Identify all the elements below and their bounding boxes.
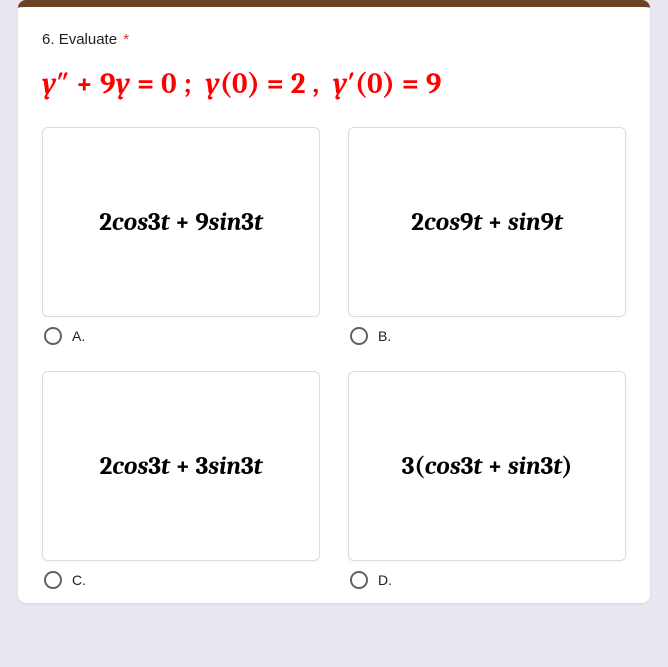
question-text: Evaluate <box>59 31 117 48</box>
option-a-radio-row[interactable]: A. <box>44 327 320 345</box>
option-a-expression: 2cos3t + 9sin3t <box>99 208 263 237</box>
option-c: 2cos3t + 3sin3t C. <box>42 371 320 603</box>
radio-icon <box>44 571 62 589</box>
radio-icon <box>44 327 62 345</box>
option-a: 2cos3t + 9sin3t A. <box>42 127 320 359</box>
question-prompt: 6. Evaluate * <box>42 31 626 48</box>
option-b-expression: 2cos9t + sin9t <box>411 208 562 237</box>
question-card: 6. Evaluate * y″ + 9y = 0 ; y(0) = 2 , y… <box>18 0 650 603</box>
option-c-label: C. <box>72 572 86 588</box>
required-marker: * <box>123 31 129 48</box>
radio-icon <box>350 571 368 589</box>
option-a-label: A. <box>72 328 85 344</box>
option-d: 3(cos3t + sin3t) D. <box>348 371 626 603</box>
radio-icon <box>350 327 368 345</box>
question-number: 6. <box>42 31 55 48</box>
option-b-tile: 2cos9t + sin9t <box>348 127 626 317</box>
option-b-label: B. <box>378 328 391 344</box>
option-d-label: D. <box>378 572 392 588</box>
option-d-tile: 3(cos3t + sin3t) <box>348 371 626 561</box>
option-c-tile: 2cos3t + 3sin3t <box>42 371 320 561</box>
option-b-radio-row[interactable]: B. <box>350 327 626 345</box>
option-d-radio-row[interactable]: D. <box>350 571 626 589</box>
option-d-expression: 3(cos3t + sin3t) <box>402 452 573 481</box>
equation: y″ + 9y = 0 ; y(0) = 2 , y′(0) = 9 <box>42 68 626 101</box>
options-grid: 2cos3t + 9sin3t A. 2cos9t + sin9t B. <box>42 127 626 603</box>
option-c-expression: 2cos3t + 3sin3t <box>100 452 263 481</box>
option-c-radio-row[interactable]: C. <box>44 571 320 589</box>
option-a-tile: 2cos3t + 9sin3t <box>42 127 320 317</box>
option-b: 2cos9t + sin9t B. <box>348 127 626 359</box>
